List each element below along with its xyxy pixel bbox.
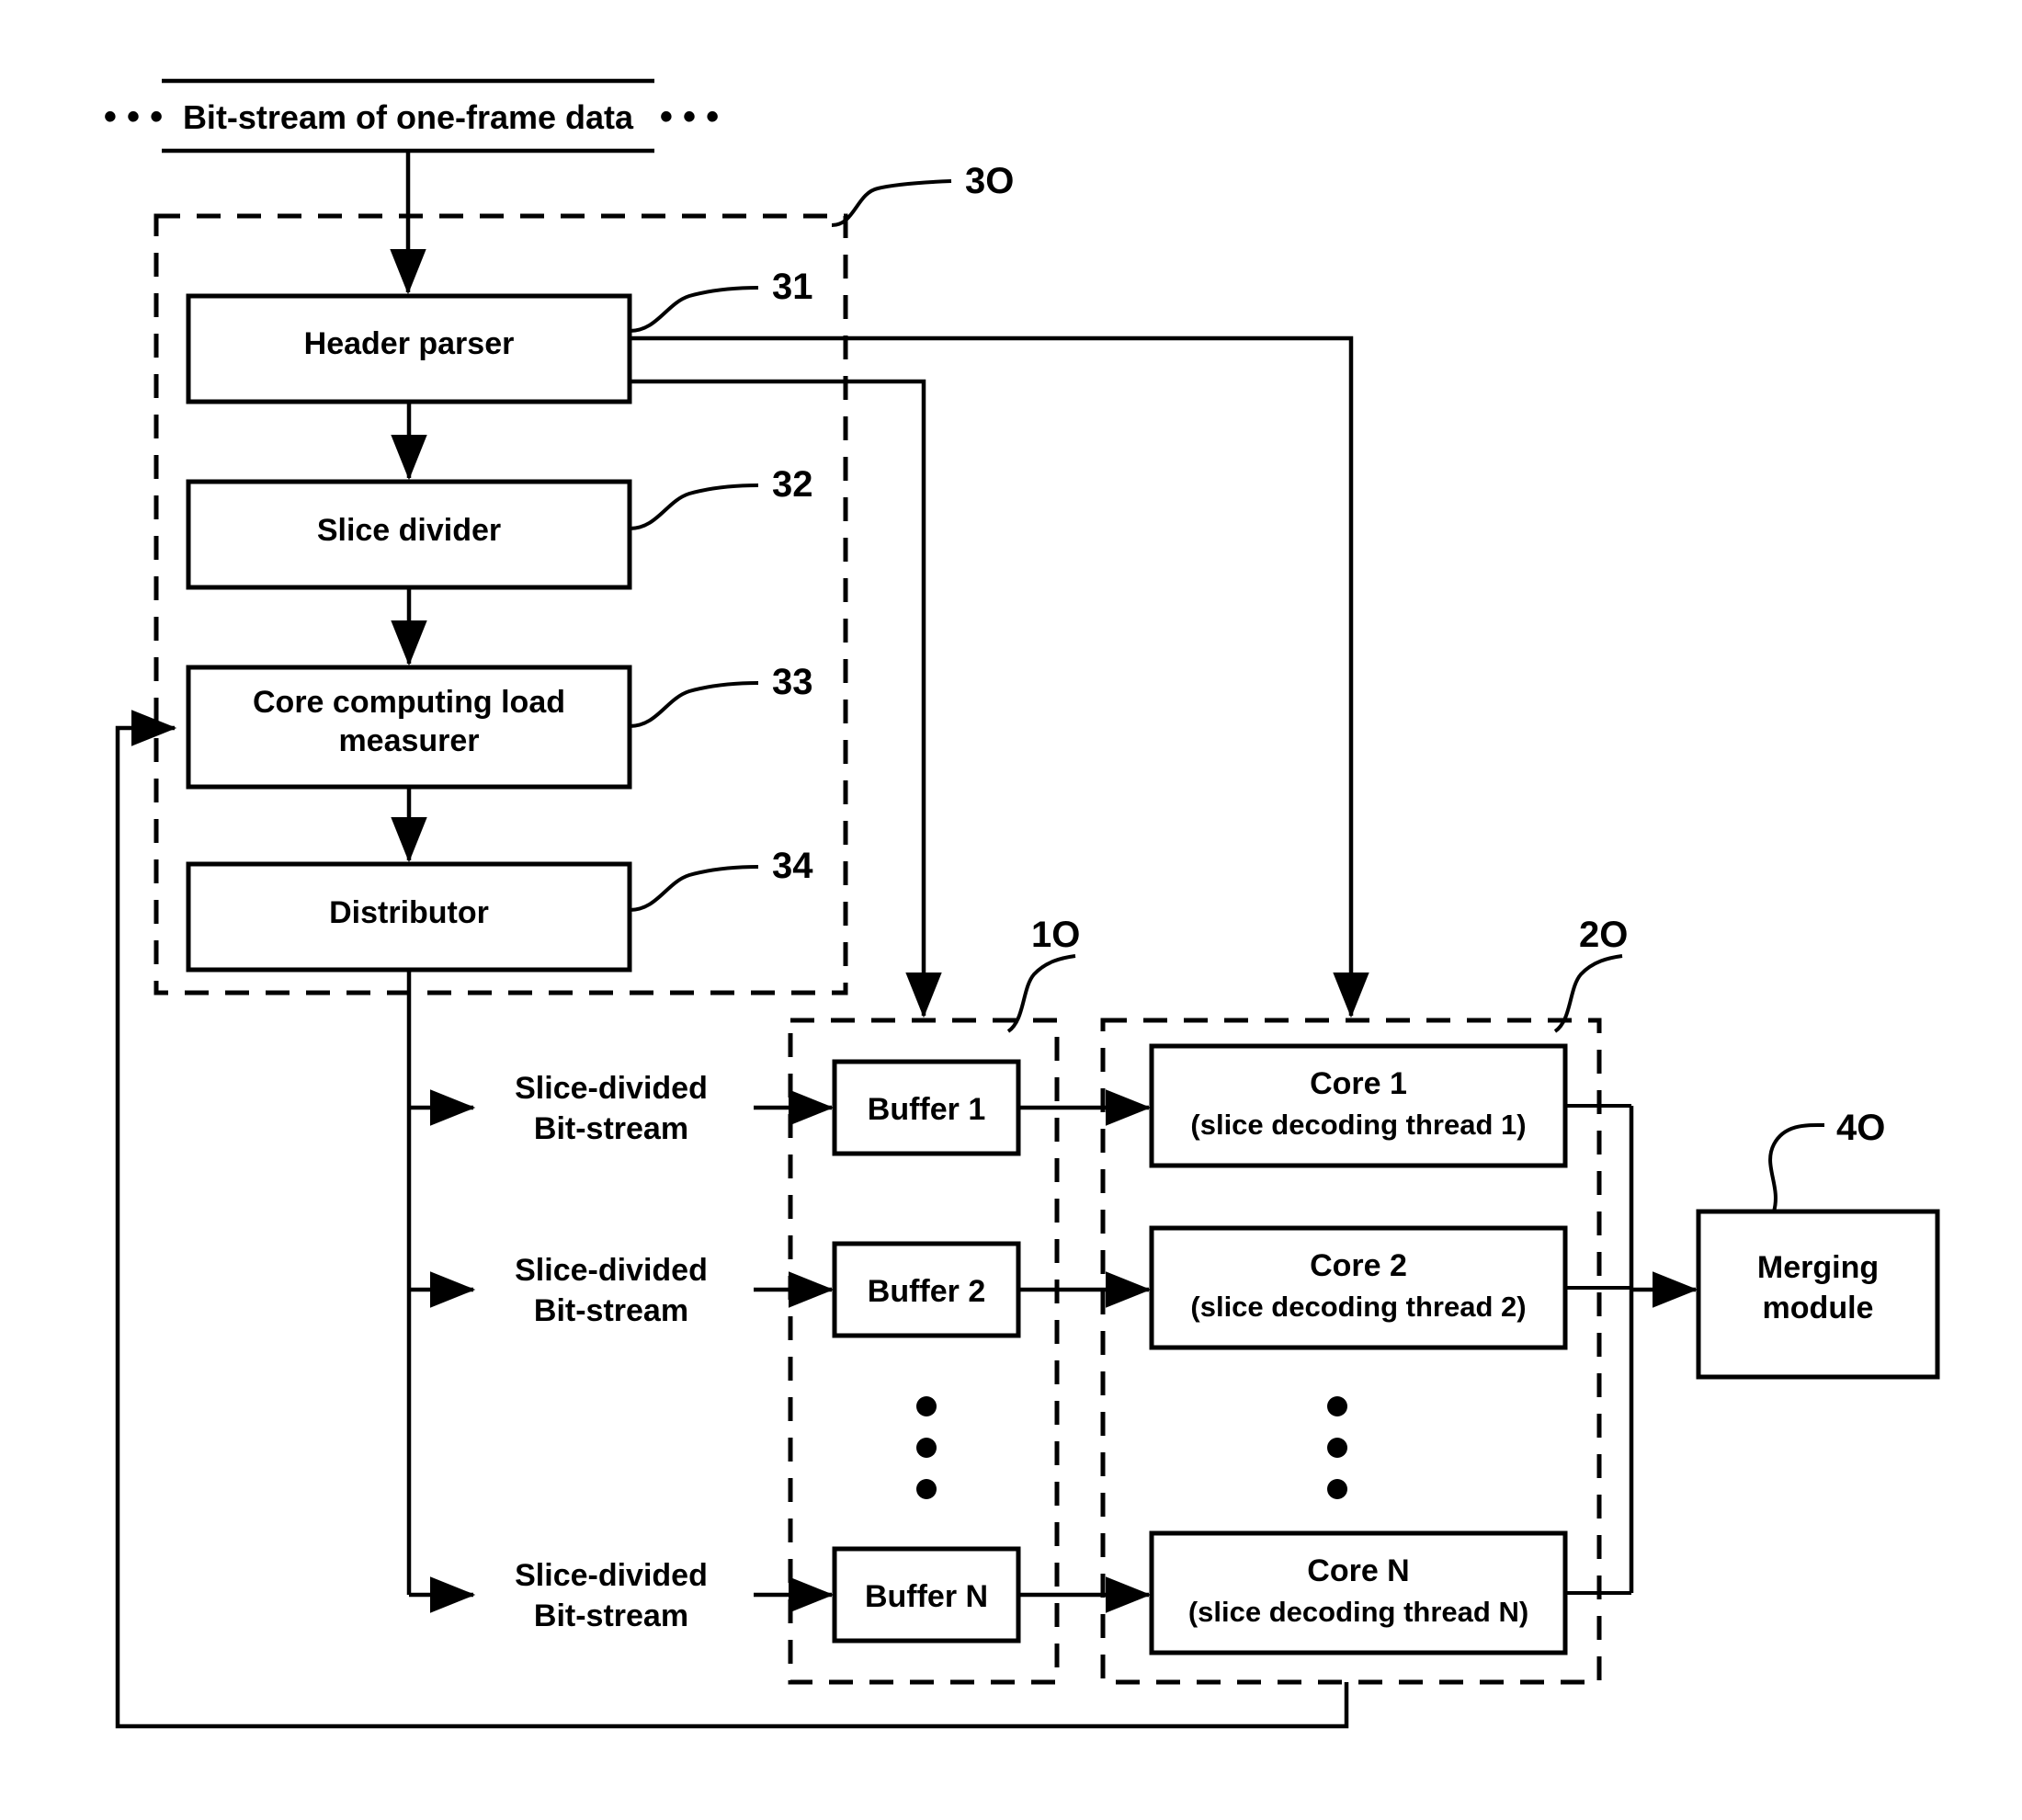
block-buffer-1-label: Buffer 1	[868, 1092, 985, 1127]
ref-33-leader	[629, 681, 759, 728]
block-core-n-label-line1: Core N	[1307, 1553, 1409, 1588]
block-buffer-n-label: Buffer N	[865, 1579, 988, 1614]
pipeline-row-1: Slice-divided Bit-stream Buffer 1 Core 1…	[409, 1043, 1631, 1168]
ref-label-32: 32	[772, 464, 813, 505]
core-column-ellipsis	[1327, 1396, 1347, 1499]
block-core-2-label-line1: Core 2	[1310, 1248, 1407, 1283]
block-core-2[interactable]	[1149, 1225, 1568, 1350]
block-core-1[interactable]	[1149, 1043, 1568, 1168]
ref-30-leader	[831, 179, 952, 227]
buffer-column-ellipsis	[916, 1396, 937, 1499]
ref-32-leader	[629, 483, 759, 530]
block-distributor-label: Distributor	[329, 895, 489, 930]
block-core-1-label-line1: Core 1	[1310, 1066, 1407, 1101]
ref-label-20: 2O	[1579, 915, 1628, 955]
ellipsis-dot	[1327, 1396, 1347, 1416]
block-core-n-label-line2: (slice decoding thread N)	[1188, 1596, 1528, 1628]
ellipsis-dot	[1327, 1438, 1347, 1458]
ref-31-leader	[629, 286, 759, 333]
ref-label-31: 31	[772, 267, 813, 307]
ref-label-33: 33	[772, 662, 813, 702]
block-buffer-2-label: Buffer 2	[868, 1274, 985, 1309]
ref-34-leader	[629, 865, 759, 912]
block-merging-module-label-line1: Merging	[1757, 1250, 1879, 1285]
input-right-ellipsis: • • •	[660, 97, 719, 137]
block-core-2-label-line2: (slice decoding thread 2)	[1190, 1291, 1526, 1323]
slice-stream-label-n-line1: Slice-divided	[515, 1558, 708, 1593]
block-core-1-label-line2: (slice decoding thread 1)	[1190, 1109, 1526, 1141]
block-core-n[interactable]	[1149, 1530, 1568, 1655]
ref-label-10: 1O	[1031, 915, 1080, 955]
slice-stream-label-1-line2: Bit-stream	[534, 1111, 688, 1146]
ellipsis-dot	[916, 1479, 937, 1499]
patent-figure-canvas: Bit-stream of one-frame data • • • • • •…	[0, 0, 2022, 1820]
block-merging-module-label-line2: module	[1763, 1291, 1874, 1325]
input-left-ellipsis: • • •	[104, 97, 163, 137]
slice-stream-label-2-line2: Bit-stream	[534, 1293, 688, 1328]
ref-label-40: 4O	[1836, 1108, 1885, 1148]
connector-header-parser-to-cores	[630, 336, 1369, 1018]
block-load-measurer-label-line2: measurer	[338, 723, 479, 758]
ref-40-leader	[1768, 1122, 1825, 1212]
pipeline-row-n: Slice-divided Bit-stream Buffer N Core N…	[409, 1530, 1631, 1655]
block-slice-divider-label: Slice divider	[317, 513, 501, 548]
block-load-measurer-label-line1: Core computing load	[253, 685, 565, 720]
ref-label-34: 34	[772, 846, 813, 886]
ref-label-30: 3O	[965, 161, 1014, 201]
block-header-parser-label: Header parser	[304, 326, 515, 361]
ellipsis-dot	[916, 1396, 937, 1416]
slice-stream-label-n-line2: Bit-stream	[534, 1598, 688, 1633]
input-bitstream-label: Bit-stream of one-frame data	[183, 98, 634, 136]
slice-stream-label-1-line1: Slice-divided	[515, 1071, 708, 1106]
pipeline-row-2: Slice-divided Bit-stream Buffer 2 Core 2…	[409, 1225, 1631, 1350]
block-diagram: Bit-stream of one-frame data • • • • • •…	[104, 78, 1940, 1729]
input-bitstream-bar: Bit-stream of one-frame data	[162, 78, 654, 154]
slice-stream-label-2-line1: Slice-divided	[515, 1253, 708, 1288]
ellipsis-dot	[1327, 1479, 1347, 1499]
ellipsis-dot	[916, 1438, 937, 1458]
